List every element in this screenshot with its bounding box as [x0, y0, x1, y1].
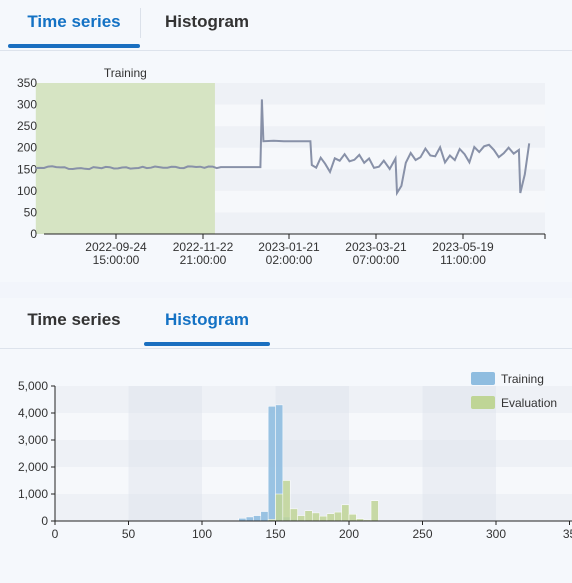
legend-swatch — [471, 396, 495, 409]
legend-label: Training — [501, 372, 544, 386]
evaluation-bar — [341, 504, 350, 522]
x-tick-label: 250 — [412, 527, 432, 541]
x-axis-ticks: 2022-09-2415:00:00 2022-11-2221:00:00 2023… — [85, 234, 546, 267]
histogram-panel: Time series Histogram 0 1,000 2,000 3,000 4,… — [0, 298, 572, 583]
x-axis-ticks: 0 50 100 150 200 250 300 35 — [52, 521, 572, 541]
x-tick-label: 50 — [122, 527, 136, 541]
y-tick-label: 3,000 — [18, 433, 48, 447]
evaluation-bar — [312, 512, 320, 522]
evaluation-bar — [326, 513, 335, 522]
time-series-panel: Time series Histogram Training 0 50 100 150… — [0, 0, 572, 282]
grid-column — [128, 386, 202, 521]
y-tick-label: 4,000 — [18, 406, 48, 420]
evaluation-bar — [282, 480, 291, 522]
legend-label: Evaluation — [501, 396, 557, 410]
x-tick-label: 15:00:00 — [93, 253, 140, 267]
x-tick-label: 0 — [52, 527, 59, 541]
training-region-label: Training — [104, 66, 147, 80]
evaluation-bar — [304, 510, 313, 522]
y-tick-label: 100 — [17, 184, 37, 198]
x-tick-label: 2023-05-19 — [432, 240, 494, 254]
x-tick-label: 2023-03-21 — [345, 240, 407, 254]
y-tick-label: 250 — [17, 119, 37, 133]
y-tick-label: 0 — [41, 514, 48, 528]
evaluation-bar — [297, 515, 306, 522]
x-tick-label: 300 — [486, 527, 506, 541]
y-tick-label: 50 — [24, 205, 38, 219]
y-axis-ticks: 0 50 100 150 200 250 300 350 — [17, 76, 37, 241]
x-tick-label: 200 — [339, 527, 359, 541]
x-tick-label: 2022-11-22 — [173, 240, 234, 254]
training-bar — [267, 406, 276, 522]
evaluation-bar — [289, 508, 298, 522]
legend-swatch — [471, 372, 495, 385]
evaluation-bar — [319, 515, 328, 522]
time-series-chart: Training 0 50 100 150 200 250 300 350 2022-09-2… — [17, 66, 546, 267]
x-tick-label: 150 — [265, 527, 285, 541]
y-axis-ticks: 0 1,000 2,000 3,000 4,000 5,000 — [18, 379, 55, 528]
training-region — [35, 83, 215, 234]
y-tick-label: 2,000 — [18, 460, 48, 474]
x-tick-label: 21:00:00 — [180, 253, 227, 267]
y-tick-label: 0 — [30, 227, 37, 241]
evaluation-bar — [334, 511, 342, 522]
training-bar — [245, 516, 254, 522]
evaluation-bar — [348, 514, 357, 522]
x-tick-label: 11:00:00 — [440, 253, 486, 267]
training-bar — [260, 511, 269, 522]
y-tick-label: 150 — [17, 162, 37, 176]
y-tick-label: 350 — [17, 76, 37, 90]
histogram-chart: 0 1,000 2,000 3,000 4,000 5,000 0 50 100 150 200 2… — [18, 372, 572, 541]
training-bar — [253, 515, 262, 522]
x-tick-label: 02:00:00 — [266, 253, 313, 267]
y-tick-label: 300 — [17, 98, 37, 112]
y-tick-label: 200 — [17, 141, 37, 155]
x-tick-label: 2023-01-21 — [258, 240, 320, 254]
evaluation-bar — [370, 500, 379, 522]
x-tick-label: 100 — [192, 527, 212, 541]
y-tick-label: 1,000 — [18, 487, 48, 501]
x-tick-label: 35 — [563, 527, 572, 541]
x-tick-label: 07:00:00 — [353, 253, 400, 267]
y-tick-label: 5,000 — [18, 379, 48, 393]
x-tick-label: 2022-09-24 — [85, 240, 147, 254]
evaluation-bar — [275, 493, 284, 522]
